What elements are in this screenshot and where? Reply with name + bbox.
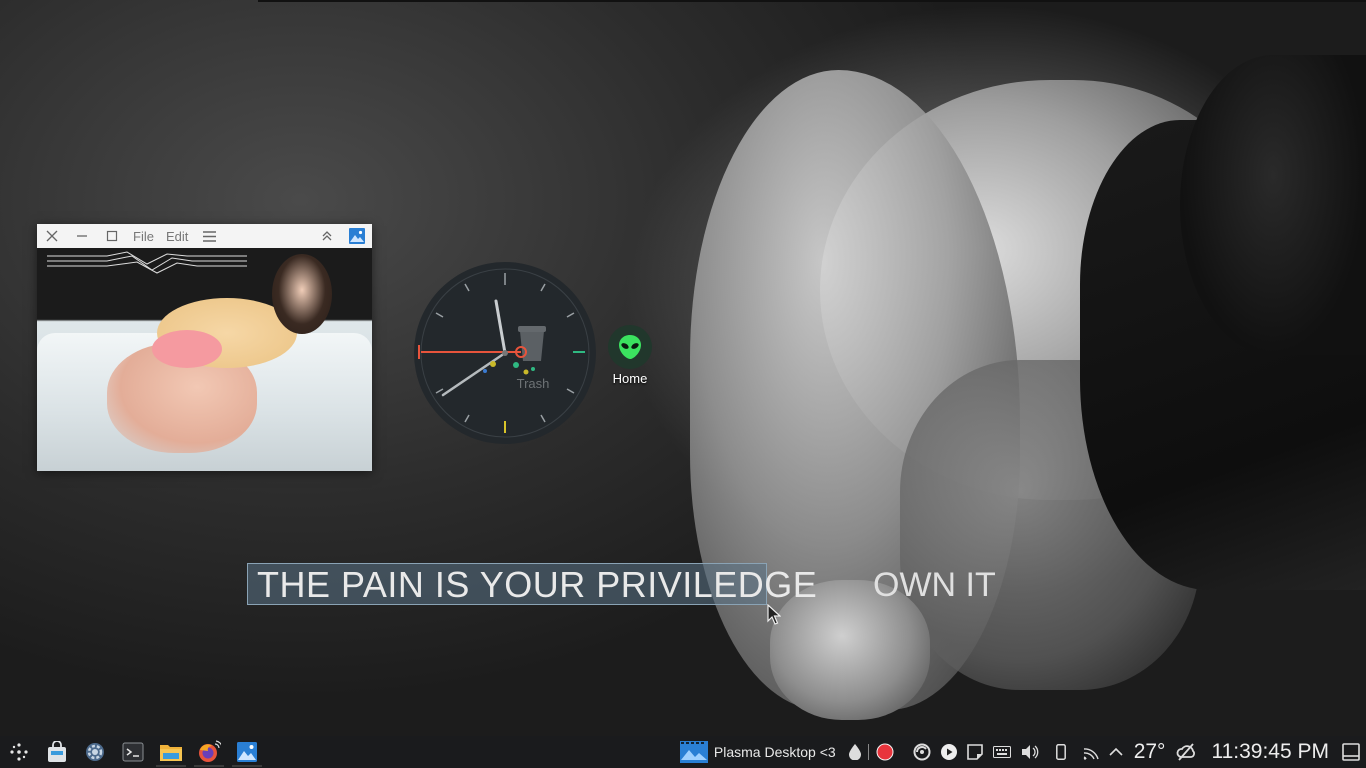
discover-store-icon <box>48 741 66 762</box>
firefox-button[interactable] <box>190 736 228 768</box>
photo-person-head <box>272 254 332 334</box>
konsole-terminal-icon <box>122 742 144 762</box>
analog-clock-widget[interactable]: Trash <box>413 261 597 445</box>
hamburger-menu-button[interactable] <box>194 224 224 248</box>
menu-file[interactable]: File <box>127 229 160 244</box>
minimize-icon <box>77 235 87 237</box>
minimize-button[interactable] <box>67 224 97 248</box>
maximize-icon <box>106 230 118 242</box>
media-player-button[interactable] <box>936 736 962 768</box>
system-settings-button[interactable] <box>76 736 114 768</box>
mouse-cursor-icon <box>767 604 781 625</box>
system-tray: 27° 11:39:45 PM <box>844 736 1366 768</box>
tray-expand-button[interactable] <box>1104 736 1128 768</box>
software-updates-icon <box>913 743 931 761</box>
firefox-icon <box>199 740 221 762</box>
home-icon-label: Home <box>612 371 648 386</box>
image-viewer-icon <box>237 742 257 762</box>
home-folder-circle <box>608 325 652 369</box>
app-icon-button[interactable] <box>342 224 372 248</box>
video-wallpaper-icon <box>679 741 708 763</box>
close-icon <box>46 230 58 242</box>
record-button[interactable] <box>871 736 899 768</box>
network-icon <box>1083 748 1099 760</box>
desktop-icon-home[interactable]: Home <box>600 325 660 386</box>
software-updates-button[interactable] <box>899 736 936 768</box>
konsole-terminal-button[interactable] <box>114 736 152 768</box>
photo-poster-lines <box>47 251 247 274</box>
keyboard-layout-button[interactable] <box>988 736 1016 768</box>
tray-separator <box>867 744 869 760</box>
image-viewer-task-button[interactable] <box>228 736 266 768</box>
digital-clock[interactable]: 11:39:45 PM <box>1201 740 1337 764</box>
keep-above-button[interactable] <box>312 224 342 248</box>
volume-icon <box>1021 745 1039 759</box>
color-picker-icon <box>848 744 861 760</box>
wallpaper-figure-head <box>1180 55 1366 355</box>
trash-label[interactable]: Trash <box>517 376 550 391</box>
network-button[interactable] <box>1071 736 1104 768</box>
keep-above-icon <box>322 231 332 241</box>
record-icon <box>876 743 894 761</box>
file-manager-button[interactable] <box>152 736 190 768</box>
slogan-right-text: OWN IT <box>873 566 996 604</box>
hamburger-menu-icon <box>202 230 216 242</box>
application-launcher-icon <box>10 743 28 761</box>
discover-store-button[interactable] <box>38 736 76 768</box>
active-window-task[interactable]: Plasma Desktop <3 <box>672 736 844 768</box>
phone-connect-button[interactable] <box>1044 736 1071 768</box>
volume-button[interactable] <box>1016 736 1044 768</box>
show-desktop-button[interactable] <box>1337 736 1366 768</box>
keyboard-icon <box>992 746 1011 758</box>
show-desktop-icon <box>1342 743 1360 761</box>
active-window-title: Plasma Desktop <3 <box>713 744 836 760</box>
media-player-icon <box>940 744 957 760</box>
displayed-photo <box>37 248 372 471</box>
notes-button[interactable] <box>962 736 988 768</box>
file-manager-icon <box>160 745 182 761</box>
task-launchers <box>0 736 266 768</box>
image-viewer-window[interactable]: File Edit <box>37 224 372 471</box>
tray-expand-icon <box>1109 747 1123 756</box>
maximize-button[interactable] <box>97 224 127 248</box>
notes-icon <box>966 744 983 760</box>
photo-person-hip <box>152 330 222 368</box>
weather-button[interactable] <box>1171 736 1201 768</box>
wallpaper-top-line <box>258 0 1366 2</box>
alien-icon <box>619 335 641 359</box>
weather-temperature[interactable]: 27° <box>1128 740 1172 764</box>
phone-connect-icon <box>1055 744 1066 760</box>
system-settings-icon <box>86 743 104 761</box>
image-viewer-app-icon <box>349 228 365 244</box>
taskbar-panel[interactable]: Plasma Desktop <3 27° 11:39:45 PM <box>0 736 1366 768</box>
viewer-titlebar[interactable]: File Edit <box>37 224 372 249</box>
color-picker-button[interactable] <box>844 736 866 768</box>
close-button[interactable] <box>37 224 67 248</box>
menu-edit[interactable]: Edit <box>160 229 194 244</box>
application-launcher-button[interactable] <box>0 736 38 768</box>
slogan-left-text: THE PAIN IS YOUR PRIVILEDGE <box>257 564 818 605</box>
weather-icon <box>1177 743 1196 761</box>
